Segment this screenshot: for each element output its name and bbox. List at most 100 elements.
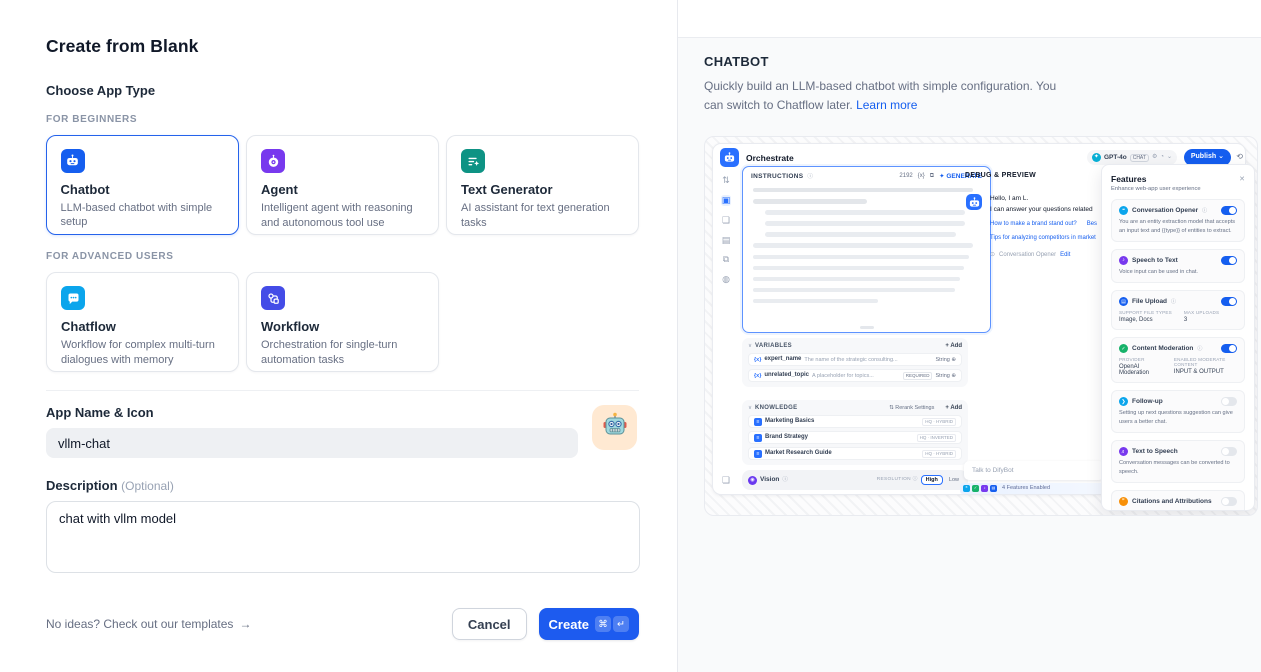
dataset-icon: ≡	[754, 450, 762, 458]
conversation-opener-icon: ❝	[1119, 206, 1128, 215]
model-temp-icon: ⚙	[1152, 154, 1157, 161]
preview-instructions-panel: INSTRUCTIONS ⓘ 2192 {x} ⧉ ✦ GENERATE	[742, 166, 991, 333]
upload-mini-icon: ▤	[990, 485, 997, 492]
create-button[interactable]: Create ⌘ ↵	[539, 608, 639, 640]
app-type-card-chatflow[interactable]: Chatflow Workflow for complex multi-turn…	[46, 272, 239, 372]
preview-orchestrate-title: Orchestrate	[746, 153, 794, 163]
preview-chat-input: Talk to DifyBot	[964, 461, 1104, 480]
card-title: Workflow	[261, 319, 424, 334]
group-label-advanced: FOR ADVANCED USERS	[46, 251, 639, 262]
sidebar-globe-icon: ◍	[722, 274, 730, 285]
templates-link[interactable]: No ideas? Check out our templates →	[46, 617, 251, 631]
close-icon: ✕	[1239, 175, 1245, 183]
toggle	[1221, 497, 1237, 506]
create-form-panel: Create from Blank Choose App Type FOR BE…	[0, 0, 678, 672]
preview-knowledge-section: ∨ KNOWLEDGE ⇅ Rerank Settings + Add ≡ Ma…	[742, 400, 968, 465]
app-name-input[interactable]	[46, 428, 578, 458]
chevron-down-icon: ⌄	[1167, 154, 1172, 161]
dataset-icon: ≡	[754, 418, 762, 426]
sidebar-image-icon: ❏	[722, 215, 730, 226]
mic-mini-icon: ♪	[981, 485, 988, 492]
features-enabled-bar: ❝ ✓ ♪ ▤ 4 Features Enabled	[960, 483, 1106, 494]
variable-row: {x} unrelated_topic A placeholder for to…	[748, 369, 962, 382]
group-label-beginners: FOR BEGINNERS	[46, 114, 639, 125]
resolution-low-chip: Low	[946, 476, 962, 485]
card-title: Agent	[261, 182, 424, 197]
chatflow-icon	[61, 286, 85, 310]
info-title: CHATBOT	[704, 54, 1235, 69]
add-knowledge-button: + Add	[945, 405, 962, 412]
app-type-info: CHATBOT Quickly build an LLM-based chatb…	[678, 38, 1261, 114]
preview-image: Orchestrate ✦ GPT-4o CHAT ⚙ ◔ ⌄ ⇅ Publis…	[704, 136, 1258, 516]
preview-model-selector: ✦ GPT-4o CHAT ⚙ ◔ ⌄	[1087, 150, 1177, 165]
feature-card-follow-up: ❯Follow-up Setting up next questions sug…	[1111, 390, 1245, 433]
feature-card-citations: ❞Citations and Attributions Show source …	[1111, 490, 1245, 511]
robot-emoji-icon	[602, 412, 628, 443]
resize-handle	[860, 326, 874, 329]
app-name-label: App Name & Icon	[46, 405, 639, 420]
feature-card-file-upload: ▤File Uploadⓘ SUPPORT FILE TYPESImage, D…	[1111, 290, 1245, 330]
info-preview-panel: CHATBOT Quickly build an LLM-based chatb…	[678, 0, 1261, 672]
variable-icon: {x}	[918, 173, 925, 180]
app-name-section: App Name & Icon	[46, 405, 639, 458]
preview-variables-section: ∨ VARIABLES + Add {x} expert_name The na…	[742, 338, 968, 387]
section-divider	[46, 390, 639, 391]
toggle	[1221, 447, 1237, 456]
app-type-card-agent[interactable]: Agent Intelligent agent with reasoning a…	[246, 135, 439, 235]
app-icon-picker[interactable]	[592, 405, 637, 450]
feature-card-content-moderation: ✓Content Moderationⓘ PROVIDEROpenAI Mode…	[1111, 337, 1245, 383]
app-type-card-chatbot[interactable]: Chatbot LLM-based chatbot with simple se…	[46, 135, 239, 235]
preview-vision-row: ◉ Vision ⓘ RESOLUTION ⓘ High Low	[742, 470, 968, 490]
app-type-card-text-generator[interactable]: Text Generator AI assistant for text gen…	[446, 135, 639, 235]
folder-icon: ▤	[1119, 297, 1128, 306]
sidebar-list-icon: ▤	[722, 235, 731, 246]
text-generator-icon	[461, 149, 485, 173]
knowledge-row: ≡ Market Research Guide HQ · HYBRID	[748, 447, 962, 460]
card-title: Text Generator	[461, 182, 624, 197]
modal-footer: No ideas? Check out our templates → Canc…	[46, 608, 639, 640]
knowledge-row: ≡ Marketing Basics HQ · HYBRID	[748, 415, 962, 428]
workflow-icon	[261, 286, 285, 310]
cancel-button[interactable]: Cancel	[452, 608, 527, 640]
moderation-mini-icon: ✓	[972, 485, 979, 492]
toggle	[1221, 344, 1237, 353]
description-textarea[interactable]: chat with vllm model	[46, 501, 640, 573]
arrow-right-icon: →	[239, 617, 251, 631]
shield-icon: ✓	[1119, 344, 1128, 353]
agent-icon	[261, 149, 285, 173]
follow-up-icon: ❯	[1119, 397, 1128, 406]
advanced-cards: Chatflow Workflow for complex multi-turn…	[46, 272, 639, 372]
variable-row: {x} expert_name The name of the strategi…	[748, 353, 962, 366]
copy-icon: ⧉	[930, 173, 934, 180]
learn-more-link[interactable]: Learn more	[856, 98, 917, 112]
model-settings-icon: ◔	[1160, 154, 1164, 161]
enter-key-icon: ↵	[613, 616, 629, 632]
suggestion-link: Tips for analyzing competitors in market	[990, 235, 1107, 242]
create-app-modal: Create from Blank Choose App Type FOR BE…	[0, 0, 1261, 672]
card-desc: Intelligent agent with reasoning and aut…	[261, 201, 424, 231]
dataset-icon: ≡	[754, 434, 762, 442]
microphone-icon: ♪	[1119, 256, 1128, 265]
model-provider-icon: ✦	[1092, 153, 1101, 162]
toggle	[1221, 256, 1237, 265]
cmd-key-icon: ⌘	[595, 616, 611, 632]
description-section: Description (Optional) chat with vllm mo…	[46, 478, 639, 578]
model-chat-badge: CHAT	[1130, 154, 1149, 162]
sidebar-orchestrate-icon: ▣	[721, 195, 732, 206]
knowledge-row: ≡ Brand Strategy HQ · INVERTED	[748, 431, 962, 444]
bot-avatar	[966, 194, 982, 210]
preview-features-panel: Features ✕ Enhance web-app user experien…	[1101, 164, 1255, 511]
optional-hint: (Optional)	[121, 479, 174, 493]
feature-card-speech-to-text: ♪Speech to Text Voice input can be used …	[1111, 249, 1245, 283]
page-title: Create from Blank	[46, 36, 639, 57]
chatbot-icon	[61, 149, 85, 173]
speaker-icon: ♬	[1119, 447, 1128, 456]
toggle	[1221, 397, 1237, 406]
opener-mini-icon: ❝	[963, 485, 970, 492]
app-type-card-workflow[interactable]: Workflow Orchestration for single-turn a…	[246, 272, 439, 372]
feature-card-conversation-opener: ❝Conversation Openerⓘ You are an entity …	[1111, 199, 1245, 242]
card-title: Chatbot	[61, 182, 225, 197]
toggle	[1221, 297, 1237, 306]
card-title: Chatflow	[61, 319, 224, 334]
rerank-icon: ⇅	[722, 175, 730, 186]
